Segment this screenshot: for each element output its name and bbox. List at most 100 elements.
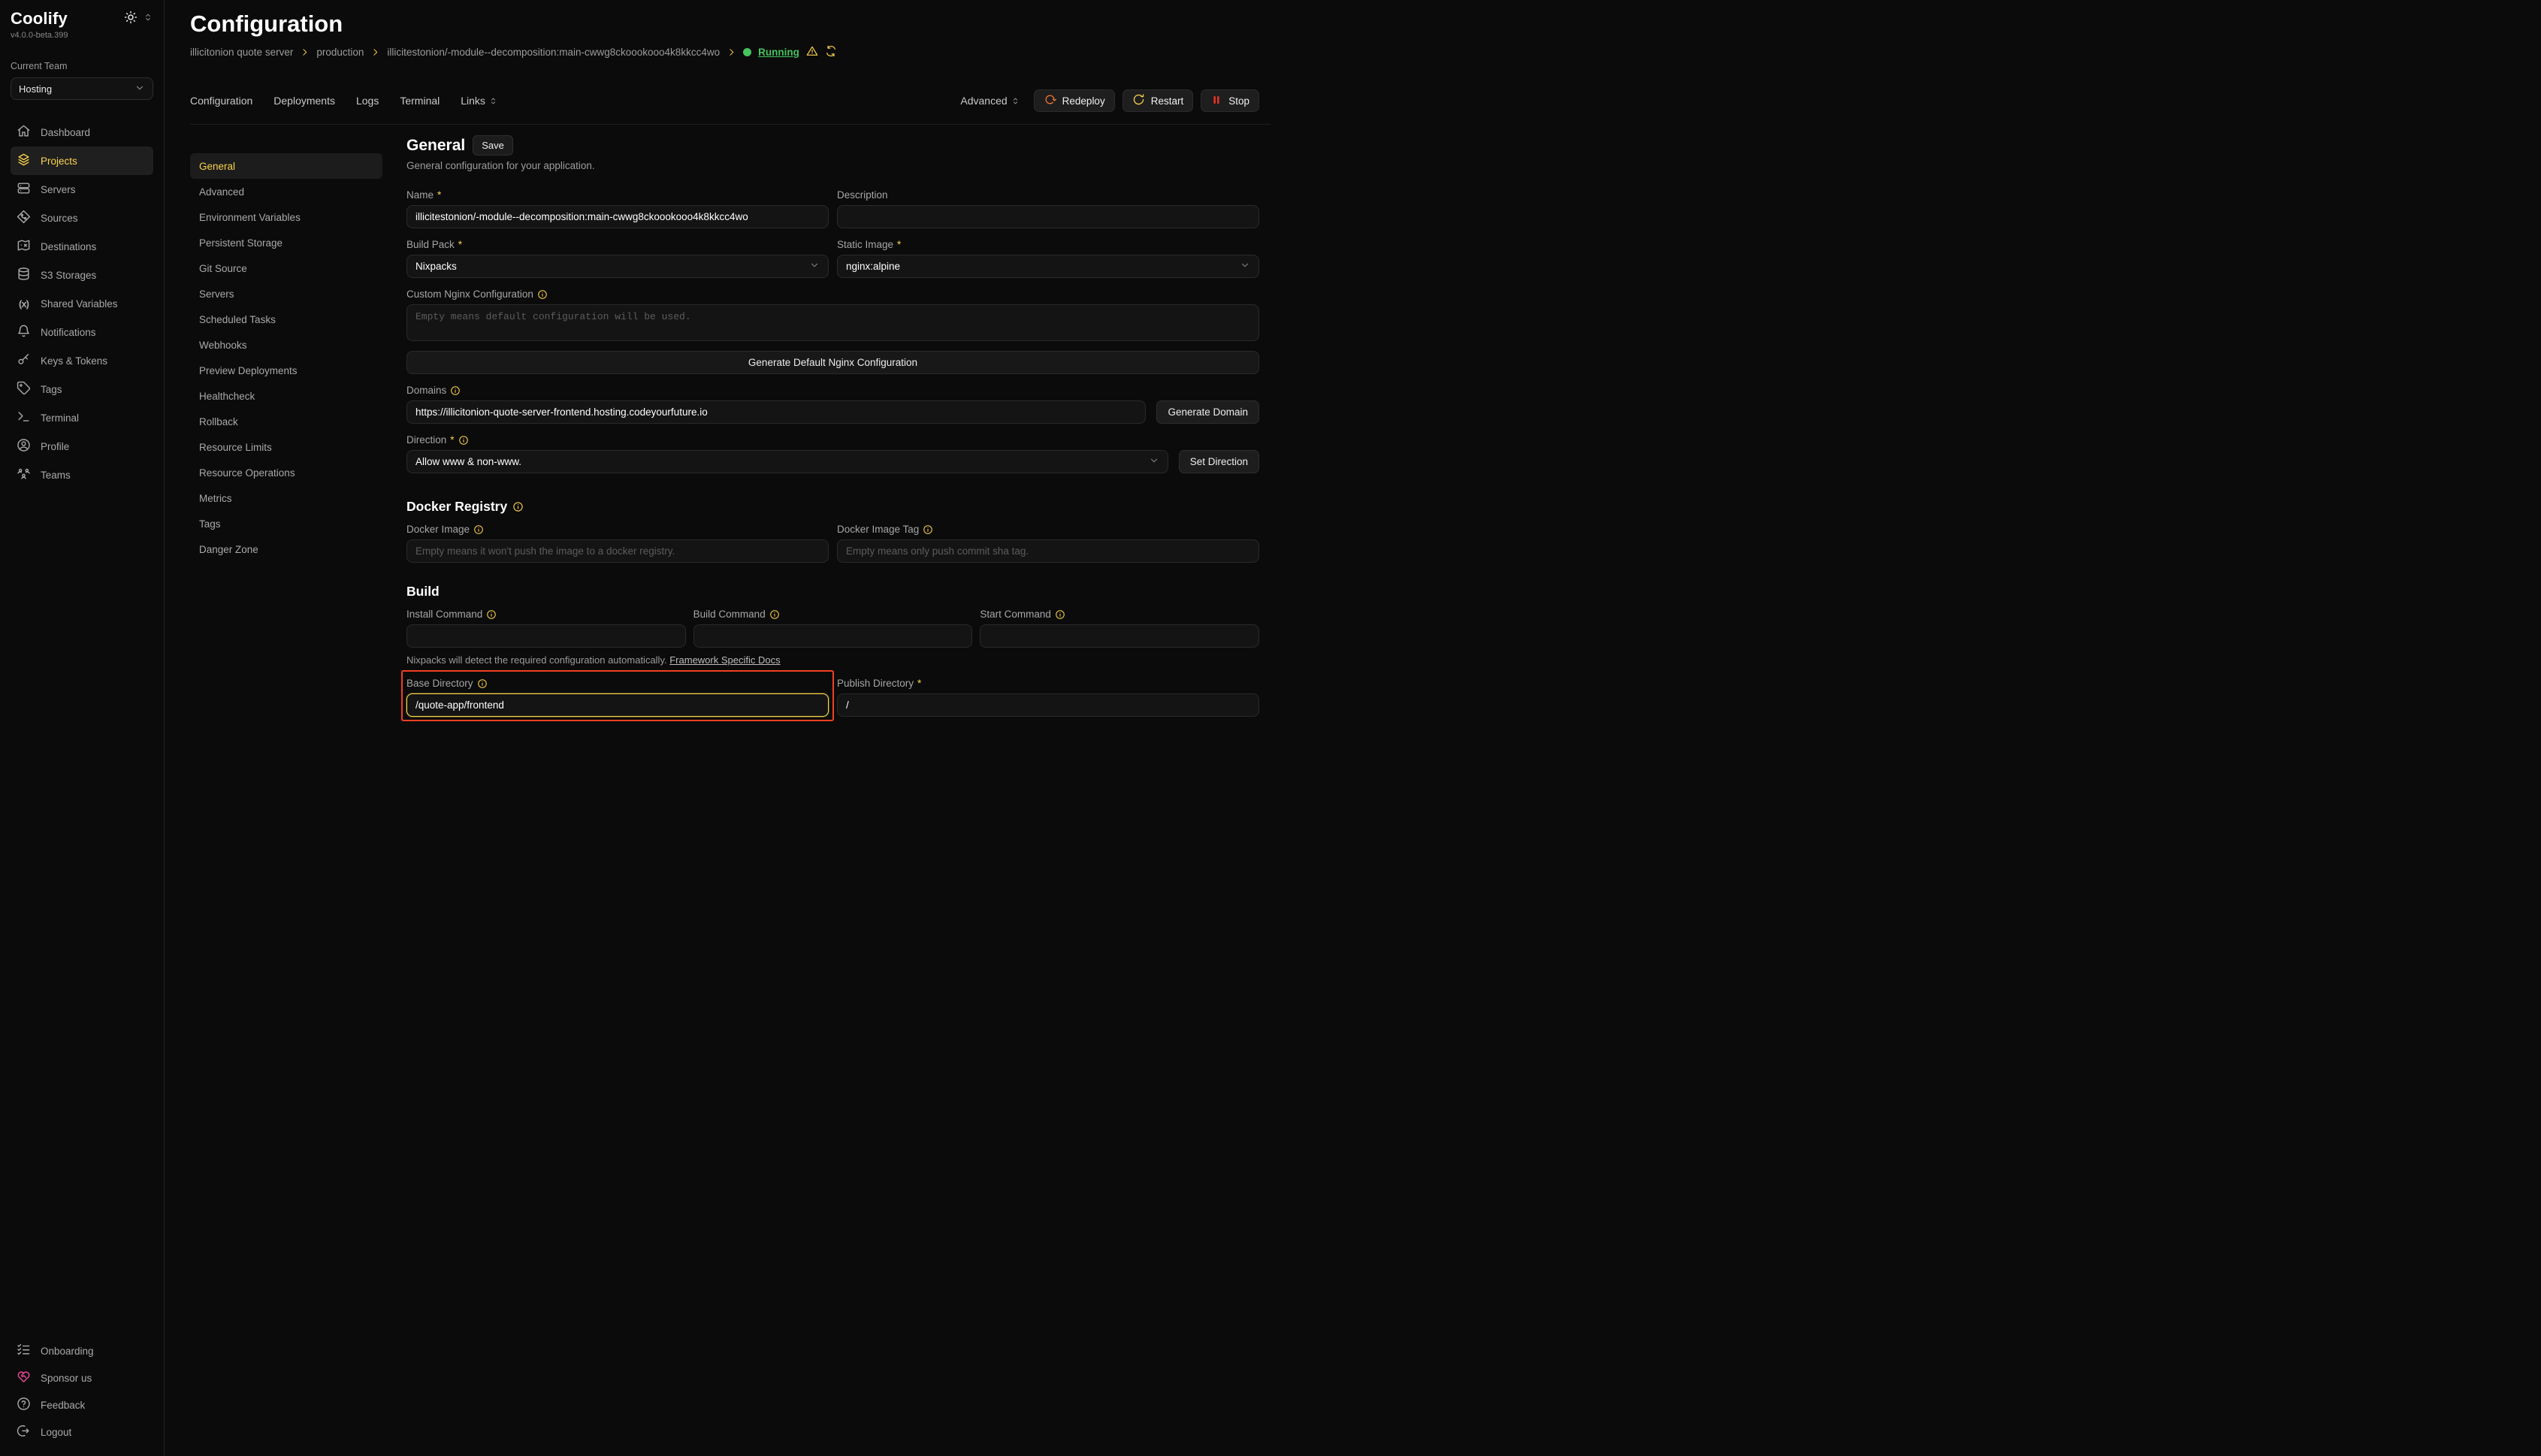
description-field: Description [837, 189, 1259, 228]
sidebar-collapse-icon[interactable] [143, 12, 153, 26]
warning-icon [806, 45, 818, 59]
info-icon[interactable] [512, 501, 524, 512]
team-select[interactable]: Hosting [11, 77, 153, 100]
tag-icon [17, 381, 31, 397]
sidebar-item-teams[interactable]: Teams [11, 461, 153, 489]
subnav-metrics[interactable]: Metrics [190, 485, 382, 511]
sidebar-item-keys-tokens[interactable]: Keys & Tokens [11, 346, 153, 375]
generate-nginx-config-button[interactable]: Generate Default Nginx Configuration [406, 351, 1259, 374]
sidebar-item-terminal[interactable]: Terminal [11, 403, 153, 432]
info-icon[interactable] [486, 609, 497, 620]
info-icon[interactable] [1055, 609, 1065, 620]
direction-select[interactable]: Allow www & non-www. [406, 450, 1168, 473]
stop-button[interactable]: Stop [1201, 89, 1259, 112]
start-command-field: Start Command [980, 609, 1259, 648]
sidebar-item-shared-variables[interactable]: (x) Shared Variables [11, 289, 153, 318]
sidebar-item-notifications[interactable]: Notifications [11, 318, 153, 346]
custom-nginx-field: Custom Nginx Configuration [406, 288, 1259, 341]
sidebar-item-servers[interactable]: Servers [11, 175, 153, 204]
sidebar-item-dashboard[interactable]: Dashboard [11, 118, 153, 147]
advanced-dropdown[interactable]: Advanced [960, 95, 1020, 107]
variables-icon: (x) [17, 298, 31, 310]
subnav-resource-operations[interactable]: Resource Operations [190, 460, 382, 485]
subnav-resource-limits[interactable]: Resource Limits [190, 434, 382, 460]
sidebar-item-destinations[interactable]: Destinations [11, 232, 153, 261]
custom-nginx-textarea[interactable] [406, 304, 1259, 341]
info-icon[interactable] [923, 524, 933, 535]
start-command-input[interactable] [980, 624, 1259, 648]
sidebar-item-projects[interactable]: Projects [11, 147, 153, 175]
chevron-right-icon [370, 47, 380, 57]
sidebar-item-sources[interactable]: Sources [11, 204, 153, 232]
sidebar-item-profile[interactable]: Profile [11, 432, 153, 461]
redeploy-button[interactable]: Redeploy [1034, 89, 1115, 112]
info-icon[interactable] [450, 385, 461, 396]
subnav-tags[interactable]: Tags [190, 511, 382, 536]
subnav-danger-zone[interactable]: Danger Zone [190, 536, 382, 562]
tab-logs[interactable]: Logs [356, 95, 379, 107]
docker-image-tag-field: Docker Image Tag [837, 524, 1259, 563]
server-icon [17, 181, 31, 198]
description-input[interactable] [837, 205, 1259, 228]
subnav-preview-deployments[interactable]: Preview Deployments [190, 358, 382, 383]
build-command-input[interactable] [693, 624, 973, 648]
subnav-scheduled-tasks[interactable]: Scheduled Tasks [190, 307, 382, 332]
sidebar-item-logout[interactable]: Logout [11, 1418, 153, 1445]
build-pack-select[interactable]: Nixpacks [406, 255, 829, 278]
base-directory-input[interactable] [406, 693, 829, 717]
sidebar-item-onboarding[interactable]: Onboarding [11, 1337, 153, 1364]
set-direction-button[interactable]: Set Direction [1179, 450, 1259, 473]
docker-image-input[interactable] [406, 539, 829, 563]
tab-configuration[interactable]: Configuration [190, 95, 252, 107]
subnav-webhooks[interactable]: Webhooks [190, 332, 382, 358]
required-asterisk: * [450, 434, 454, 446]
tab-links[interactable]: Links [461, 95, 498, 107]
info-icon[interactable] [473, 524, 484, 535]
domains-input[interactable] [406, 400, 1146, 424]
subnav-git-source[interactable]: Git Source [190, 255, 382, 281]
install-command-field: Install Command [406, 609, 686, 648]
save-button[interactable]: Save [473, 135, 513, 156]
refresh-icon[interactable] [825, 45, 837, 59]
tab-deployments[interactable]: Deployments [273, 95, 335, 107]
sidebar-item-feedback[interactable]: Feedback [11, 1391, 153, 1418]
sidebar-item-s3-storages[interactable]: S3 Storages [11, 261, 153, 289]
status-badge[interactable]: Running [758, 47, 799, 58]
static-image-field: Static Image* nginx:alpine [837, 239, 1259, 278]
subnav-advanced[interactable]: Advanced [190, 179, 382, 204]
info-icon[interactable] [769, 609, 780, 620]
checklist-icon [17, 1343, 31, 1359]
sidebar-item-sponsor-us[interactable]: Sponsor us [11, 1364, 153, 1391]
restart-button[interactable]: Restart [1122, 89, 1194, 112]
theme-sun-icon[interactable] [124, 11, 137, 28]
bell-icon [17, 324, 31, 340]
static-image-select[interactable]: nginx:alpine [837, 255, 1259, 278]
subnav-general[interactable]: General [190, 153, 382, 179]
info-icon[interactable] [477, 678, 488, 689]
name-input[interactable] [406, 205, 829, 228]
subnav-rollback[interactable]: Rollback [190, 409, 382, 434]
install-command-input[interactable] [406, 624, 686, 648]
sidebar-item-tags[interactable]: Tags [11, 375, 153, 403]
breadcrumb-application[interactable]: illicitestonion/-module--decomposition:m… [387, 47, 720, 58]
breadcrumb-project[interactable]: illicitonion quote server [190, 47, 293, 58]
subnav-persistent-storage[interactable]: Persistent Storage [190, 230, 382, 255]
database-icon [17, 267, 31, 283]
direction-field: Direction* Allow www & non-www. Set Dire… [406, 434, 1259, 473]
subnav-servers[interactable]: Servers [190, 281, 382, 307]
breadcrumb-environment[interactable]: production [316, 47, 364, 58]
subnav-healthcheck[interactable]: Healthcheck [190, 383, 382, 409]
section-title-docker-registry: Docker Registry [406, 499, 507, 515]
tab-terminal[interactable]: Terminal [400, 95, 440, 107]
chevron-right-icon [727, 47, 736, 57]
generate-domain-button[interactable]: Generate Domain [1156, 400, 1259, 424]
info-icon[interactable] [458, 435, 469, 446]
docker-image-tag-input[interactable] [837, 539, 1259, 563]
framework-docs-link[interactable]: Framework Specific Docs [669, 654, 780, 666]
subnav-environment-variables[interactable]: Environment Variables [190, 204, 382, 230]
publish-directory-input[interactable] [837, 693, 1259, 717]
settings-subnav: General Advanced Environment Variables P… [190, 153, 382, 562]
section-title-build: Build [406, 584, 440, 600]
info-icon[interactable] [537, 289, 548, 300]
required-asterisk: * [458, 239, 462, 250]
